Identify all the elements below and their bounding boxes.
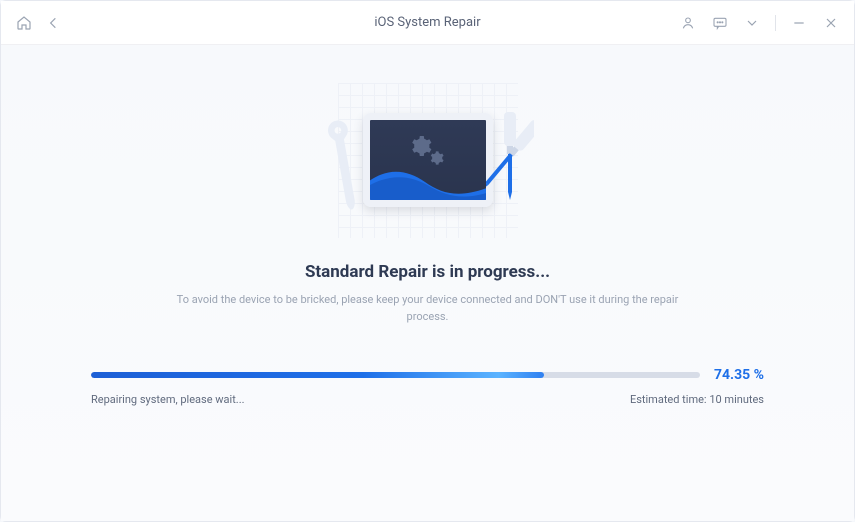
home-icon[interactable]	[15, 14, 33, 32]
screwdriver-icon	[486, 110, 534, 202]
close-icon[interactable]	[822, 14, 840, 32]
back-icon[interactable]	[45, 14, 63, 32]
content-area: Standard Repair is in progress... To avo…	[1, 45, 854, 521]
titlebar: iOS System Repair	[1, 1, 854, 45]
titlebar-divider	[775, 15, 776, 31]
chevron-down-icon[interactable]	[743, 14, 761, 32]
minimize-icon[interactable]	[790, 14, 808, 32]
titlebar-left	[15, 14, 63, 32]
progress-fill	[91, 372, 544, 378]
progress-bar	[91, 372, 700, 378]
sub-text: To avoid the device to be bricked, pleas…	[158, 292, 698, 325]
window-title: iOS System Repair	[374, 15, 480, 30]
progress-percent: 74.35 %	[714, 367, 764, 383]
repair-illustration	[328, 80, 528, 240]
user-icon[interactable]	[679, 14, 697, 32]
progress-labels: Repairing system, please wait... Estimat…	[91, 393, 764, 406]
titlebar-right	[679, 14, 840, 32]
device-screen	[363, 113, 493, 207]
wave-graphic	[365, 166, 493, 202]
progress-eta-text: Estimated time: 10 minutes	[630, 393, 764, 406]
headline-text: Standard Repair is in progress...	[305, 262, 550, 282]
progress-section: 74.35 % Repairing system, please wait...…	[91, 367, 764, 406]
feedback-icon[interactable]	[711, 14, 729, 32]
gear-small-icon	[428, 150, 444, 166]
app-window: iOS System Repair	[0, 0, 855, 522]
progress-row: 74.35 %	[91, 367, 764, 383]
progress-status-text: Repairing system, please wait...	[91, 393, 245, 406]
